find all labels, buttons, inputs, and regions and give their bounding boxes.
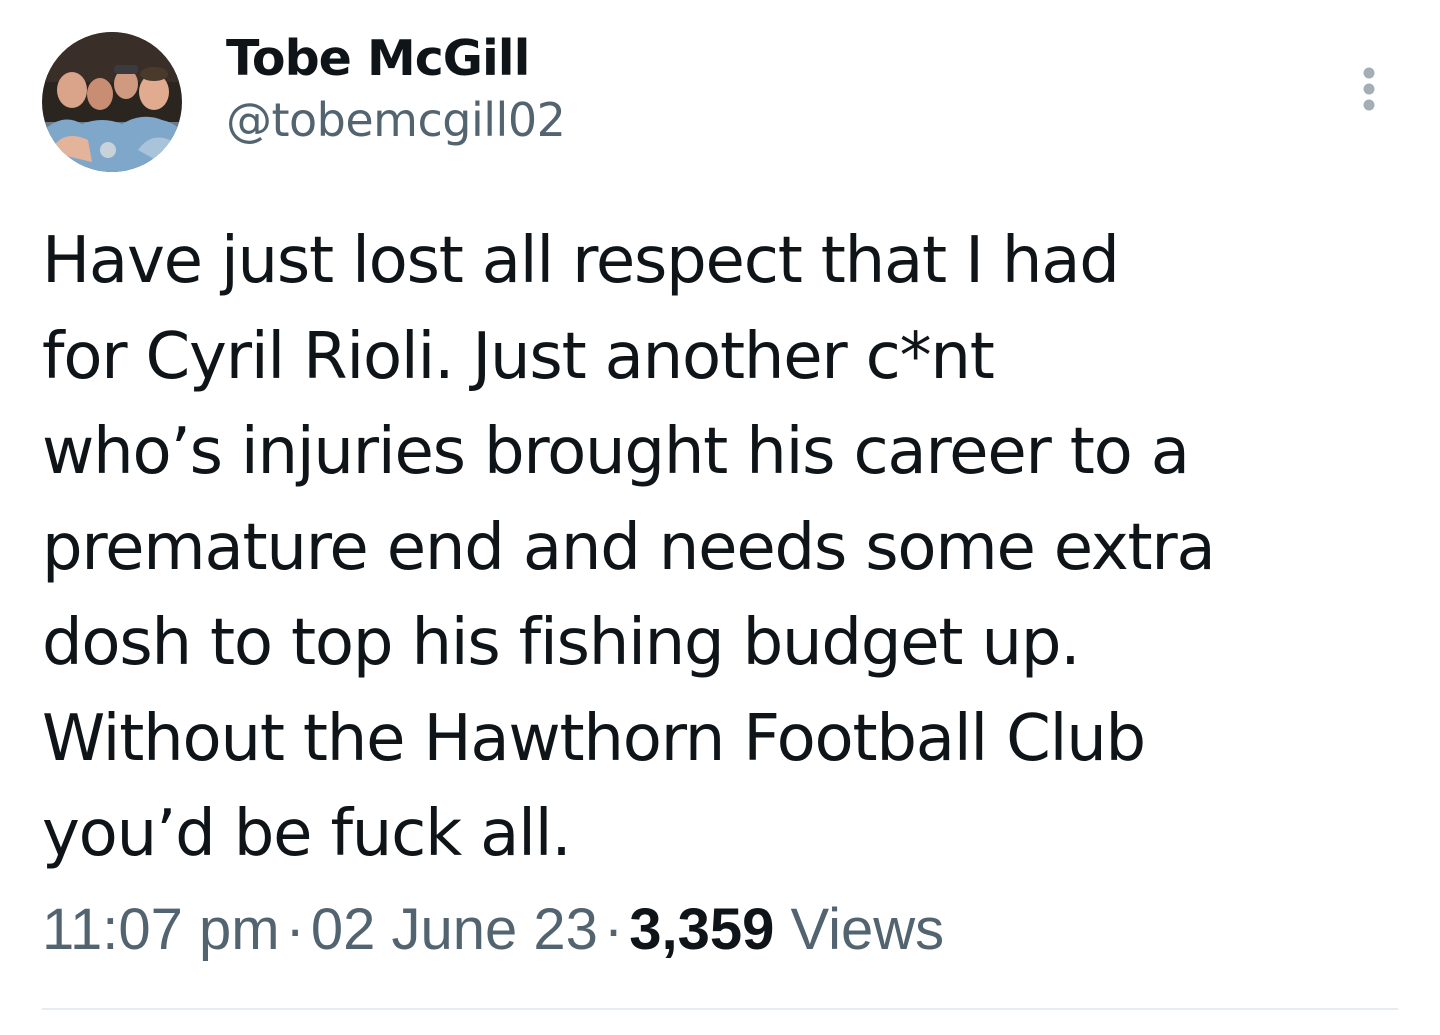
tweet-text-line: you’d be fuck all. bbox=[42, 797, 572, 871]
author-info: Tobe McGill @tobemcgill02 bbox=[226, 26, 566, 148]
more-options-button[interactable] bbox=[1344, 62, 1394, 116]
tweet-text-line: who’s injuries brought his career to a bbox=[42, 415, 1190, 489]
divider bbox=[42, 1008, 1398, 1010]
more-vertical-icon bbox=[1363, 67, 1375, 111]
tweet-detail: Tobe McGill @tobemcgill02 Have just lost… bbox=[0, 0, 1440, 1035]
meta-separator: · bbox=[603, 897, 624, 962]
views-label: Views bbox=[790, 897, 945, 962]
author-handle[interactable]: @tobemcgill02 bbox=[226, 92, 566, 148]
meta-separator: · bbox=[285, 897, 305, 962]
views-count: 3,359 bbox=[629, 897, 775, 962]
tweet-text-line: Without the Hawthorn Football Club bbox=[42, 701, 1146, 776]
tweet-text-line: dosh to top his fishing budget up. bbox=[42, 606, 1081, 680]
avatar-photo bbox=[42, 32, 182, 172]
tweet-text: Have just lost all respect that I had fo… bbox=[42, 214, 1382, 883]
tweet-metadata: 11:07 pm · 02 June 23 · 3,359 Views bbox=[42, 890, 944, 970]
tweet-text-line: Have just lost all respect that I had bbox=[42, 224, 1120, 298]
tweet-text-line: for Cyril Rioli. Just another c*nt bbox=[42, 319, 995, 394]
avatar[interactable] bbox=[42, 32, 182, 172]
tweet-text-line: premature end and needs some extra bbox=[42, 510, 1216, 585]
author-display-name[interactable]: Tobe McGill bbox=[226, 26, 565, 92]
tweet-time[interactable]: 11:07 pm bbox=[42, 897, 280, 962]
tweet-date[interactable]: 02 June 23 bbox=[311, 897, 598, 962]
